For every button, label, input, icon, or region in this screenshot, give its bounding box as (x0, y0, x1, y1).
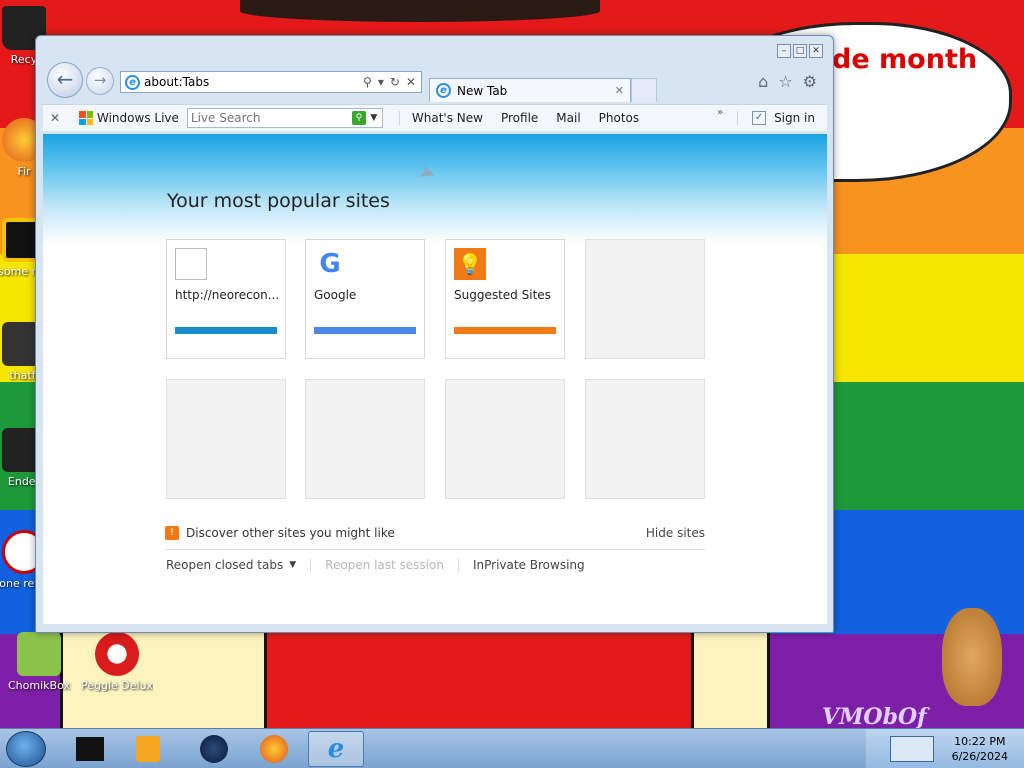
reopen-closed-tabs-link[interactable]: Reopen closed tabs (166, 558, 283, 572)
back-arrow-icon: ← (56, 67, 74, 91)
search-go-icon[interactable]: ⚲ (351, 111, 366, 125)
taskbar-app-media-player[interactable] (120, 731, 176, 767)
tab-new-tab[interactable]: e New Tab ✕ (429, 78, 631, 102)
close-toolbar-icon[interactable]: ✕ (43, 111, 67, 125)
stop-icon[interactable]: ✕ (406, 75, 416, 89)
media-player-icon (136, 736, 160, 762)
taskbar: e ▲ 10:22 PM 6/26/2024 (0, 728, 1024, 768)
live-search-box[interactable]: ⚲ ▼ (186, 108, 383, 128)
browser-window: – □ ✕ ← → e ⚲ ▾ ↻ ✕ e New Tab ✕ ⌂ ☆ ⚙ ✕ … (35, 35, 834, 633)
blank-favicon-icon (175, 248, 207, 280)
clock-date: 6/26/2024 (951, 750, 1008, 763)
site-tile-neorecon[interactable]: http://neorecon... (166, 239, 286, 359)
globe-icon (200, 735, 228, 763)
toolbar-right: ⌂ ☆ ⚙ (758, 72, 817, 91)
terminal-icon (76, 737, 104, 761)
reopen-last-session-link: Reopen last session (325, 558, 444, 572)
close-window-button[interactable]: ✕ (809, 44, 823, 58)
lightbulb-icon: 💡 (454, 248, 486, 280)
tab-title: New Tab (457, 83, 508, 98)
sign-in-link[interactable]: Sign in (774, 111, 815, 125)
refresh-icon[interactable]: ↻ (390, 75, 400, 89)
ie-page-icon: e (125, 74, 140, 90)
empty-tile (585, 379, 705, 499)
page-heading: Your most popular sites (167, 190, 390, 212)
empty-tile (445, 379, 565, 499)
dropdown-arrow-icon[interactable]: ▾ (378, 75, 384, 89)
favorites-star-icon[interactable]: ☆ (778, 72, 792, 91)
desktop-icon-peggle-deluxe[interactable]: Peggle Deluxe (81, 632, 153, 692)
site-tile-suggested-sites[interactable]: 💡 Suggested Sites (445, 239, 565, 359)
chomikbox-icon (17, 632, 61, 676)
command-bar: ✕ Windows Live ⚲ ▼ What's New Profile Ma… (43, 104, 827, 131)
taskbar-app-internet-explorer[interactable]: e (308, 731, 364, 767)
link-whats-new[interactable]: What's New (412, 111, 483, 125)
google-icon: G (319, 249, 341, 279)
site-tile-google[interactable]: G Google (305, 239, 425, 359)
watermark-text: VMObOf (822, 704, 927, 730)
new-tab-button[interactable] (631, 78, 657, 102)
link-divider (310, 558, 312, 572)
checkbox-icon[interactable]: ✓ (752, 111, 767, 125)
forward-button[interactable]: → (86, 67, 114, 95)
internet-explorer-icon: e (327, 734, 345, 764)
system-tray: 10:22 PM 6/26/2024 (866, 729, 1024, 768)
close-tab-icon[interactable]: ✕ (615, 84, 624, 97)
link-photos[interactable]: Photos (599, 111, 639, 125)
link-profile[interactable]: Profile (501, 111, 538, 125)
peggle-icon (95, 632, 139, 676)
windows-flag-icon (79, 111, 93, 125)
tile-color-bar (314, 327, 416, 334)
overflow-chevron-icon[interactable]: » (717, 107, 723, 118)
inprivate-browsing-link[interactable]: InPrivate Browsing (473, 558, 585, 572)
tile-color-bar (175, 327, 277, 334)
address-bar[interactable]: e ⚲ ▾ ↻ ✕ (120, 71, 422, 93)
empty-tile (166, 379, 286, 499)
command-links: What's New Profile Mail Photos (398, 111, 639, 125)
bottom-links: Reopen closed tabs ▼ Reopen last session… (166, 558, 585, 572)
forward-arrow-icon: → (93, 71, 107, 89)
discover-link[interactable]: Discover other sites you might like (186, 526, 395, 540)
sky-gradient (43, 134, 827, 244)
speech-bubble-text: de month (832, 44, 978, 75)
tile-title: Suggested Sites (454, 288, 551, 302)
sign-in-area[interactable]: ✓ Sign in (737, 111, 827, 125)
back-button[interactable]: ← (47, 62, 83, 98)
network-icon[interactable] (890, 736, 934, 762)
start-button[interactable] (6, 731, 46, 767)
tile-title: Google (314, 288, 357, 302)
link-divider (457, 558, 459, 572)
minimize-button[interactable]: – (777, 44, 791, 58)
address-input[interactable] (144, 75, 364, 89)
new-tab-page: ➤ Your most popular sites http://neoreco… (43, 134, 827, 624)
taskbar-app-globe[interactable] (186, 731, 242, 767)
settings-gear-icon[interactable]: ⚙ (803, 72, 817, 91)
taskbar-app-firefox[interactable] (246, 731, 302, 767)
clock-time: 10:22 PM (954, 735, 1006, 748)
ie-tab-icon: e (436, 83, 451, 98)
hamster-image (942, 608, 1002, 706)
desktop-icon-chomikbox[interactable]: ChomikBox (3, 632, 75, 692)
window-caption-buttons: – □ ✕ (777, 44, 823, 58)
search-icon[interactable]: ⚲ (363, 75, 372, 89)
tile-title: http://neorecon... (175, 288, 280, 302)
discover-bulb-icon: ! (165, 526, 179, 540)
empty-tile (585, 239, 705, 359)
link-mail[interactable]: Mail (556, 111, 580, 125)
home-icon[interactable]: ⌂ (758, 72, 768, 91)
firefox-icon (260, 735, 288, 763)
tile-color-bar (454, 327, 556, 334)
windows-live-link[interactable]: Windows Live (79, 111, 179, 125)
live-search-input[interactable] (190, 111, 352, 125)
maximize-button[interactable]: □ (793, 44, 807, 58)
search-dropdown-icon[interactable]: ▼ (366, 113, 382, 123)
taskbar-app-terminal[interactable] (62, 731, 118, 767)
clock[interactable]: 10:22 PM 6/26/2024 (952, 734, 1008, 764)
reopen-dropdown-icon[interactable]: ▼ (289, 560, 296, 570)
discover-row: ! Discover other sites you might like Hi… (165, 526, 705, 540)
hide-sites-link[interactable]: Hide sites (646, 526, 705, 540)
divider (165, 549, 705, 550)
empty-tile (305, 379, 425, 499)
